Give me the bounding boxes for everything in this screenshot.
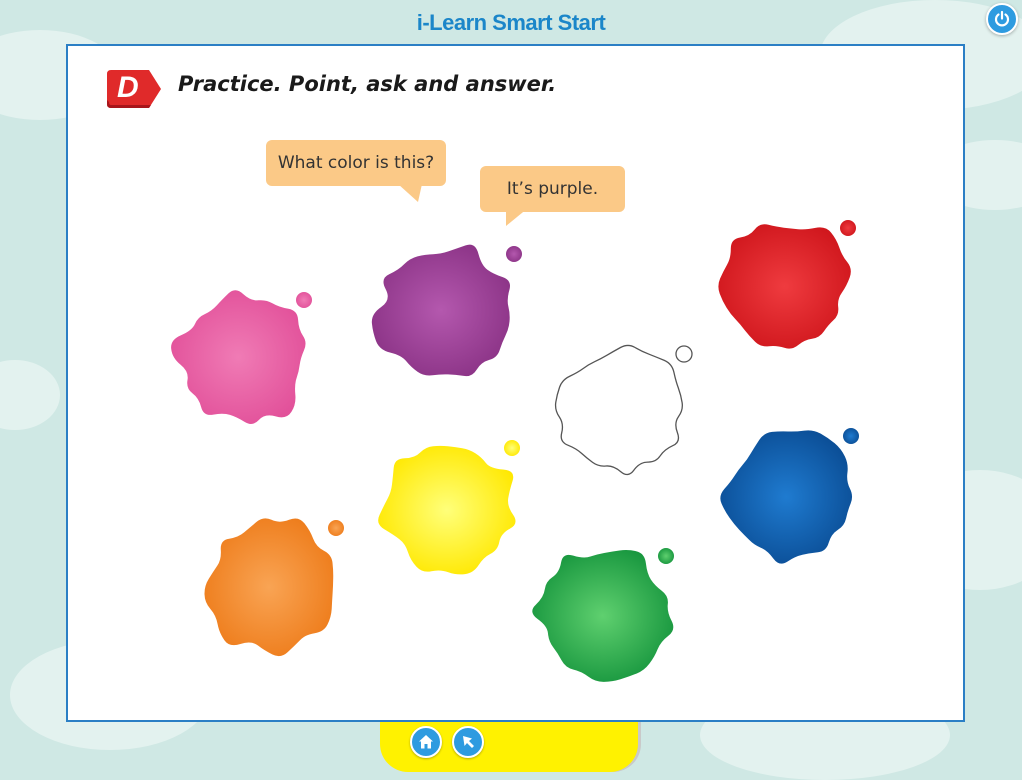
white-paint-splat[interactable] <box>554 344 693 476</box>
red-splat-droplet <box>840 220 856 236</box>
power-icon <box>994 10 1010 27</box>
back-arrow-icon <box>463 736 474 748</box>
white-splat-body <box>554 344 683 476</box>
white-splat-droplet <box>675 345 693 363</box>
green-splat-droplet <box>658 548 674 564</box>
paint-splats <box>171 220 859 682</box>
power-button[interactable] <box>986 3 1018 35</box>
pink-paint-splat[interactable] <box>171 290 312 424</box>
blue-splat-droplet <box>843 428 859 444</box>
purple-paint-splat[interactable] <box>371 244 522 377</box>
pink-splat-body <box>171 290 306 424</box>
orange-splat-droplet <box>328 520 344 536</box>
green-splat-body <box>532 550 674 682</box>
pink-splat-droplet <box>296 292 312 308</box>
red-paint-splat[interactable] <box>718 220 856 349</box>
purple-splat-droplet <box>506 246 522 262</box>
yellow-paint-splat[interactable] <box>378 440 520 575</box>
app-title: i-Learn Smart Start <box>416 10 606 35</box>
back-button[interactable] <box>452 726 484 758</box>
home-icon <box>419 735 433 749</box>
orange-splat-body <box>204 518 334 657</box>
yellow-splat-droplet <box>504 440 520 456</box>
purple-splat-body <box>371 244 511 377</box>
orange-paint-splat[interactable] <box>204 518 344 657</box>
activity-panel: D Practice. Point, ask and answer. What … <box>66 44 965 722</box>
green-paint-splat[interactable] <box>532 548 674 682</box>
bottom-nav-bar <box>380 722 638 772</box>
home-button[interactable] <box>410 726 442 758</box>
background-cloud <box>0 360 60 430</box>
blue-paint-splat[interactable] <box>720 428 859 564</box>
red-splat-body <box>718 224 851 349</box>
yellow-splat-body <box>378 445 516 575</box>
blue-splat-body <box>720 430 853 564</box>
